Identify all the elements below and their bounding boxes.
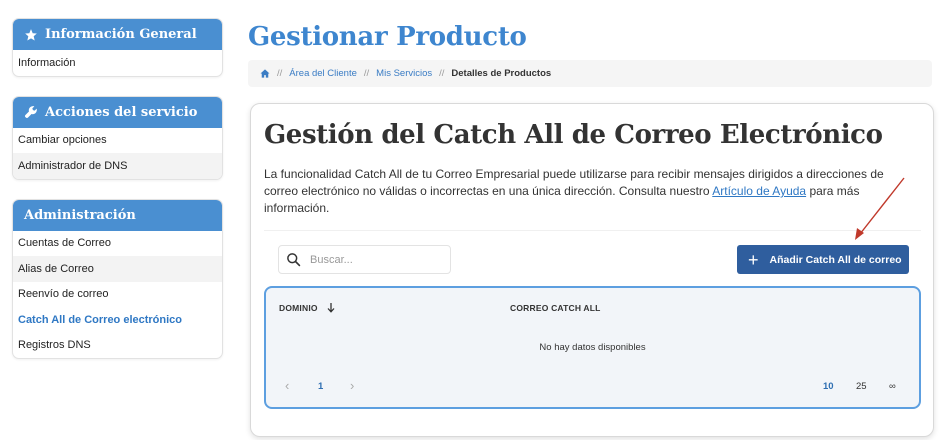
breadcrumb-detalles: Detalles de Productos [451, 68, 552, 79]
sort-arrow-down-icon[interactable] [327, 303, 335, 313]
sidebar-item-cuentas-correo[interactable]: Cuentas de Correo [13, 231, 222, 257]
breadcrumb-mis-servicios[interactable]: Mis Servicios [376, 68, 432, 79]
empty-message: No hay datos disponibles [539, 342, 646, 353]
column-header-correo-catch-all[interactable]: CORREO CATCH ALL [510, 303, 601, 313]
search-input[interactable] [310, 253, 440, 266]
sidebar-item-dns-manager[interactable]: Administrador de DNS [13, 153, 222, 179]
card-description: La funcionalidad Catch All de tu Correo … [264, 166, 904, 217]
catch-all-table: DOMINIO CORREO CATCH ALL No hay datos di… [264, 286, 921, 409]
panel-general-header[interactable]: Información General [13, 19, 222, 50]
sidebar: Información General Información Acciones… [12, 18, 223, 378]
page-title: Gestionar Producto [248, 22, 527, 52]
panel-admin: Administración Cuentas de Correo Alias d… [12, 198, 223, 359]
wrench-icon [24, 106, 37, 119]
panel-service: Acciones del servicio Cambiar opciones A… [12, 95, 223, 180]
search-box[interactable] [278, 245, 451, 274]
column-header-dominio[interactable]: DOMINIO [279, 303, 335, 313]
search-icon [287, 253, 301, 267]
prev-page-chevron-icon[interactable]: ‹ [285, 378, 289, 393]
panel-admin-header[interactable]: Administración [13, 199, 222, 231]
column-label-dominio: DOMINIO [279, 303, 318, 313]
pagination: ‹ 1 › 10 25 ∞ [266, 378, 919, 395]
catch-all-card: Gestión del Catch All de Correo Electrón… [250, 103, 934, 437]
panel-service-title: Acciones del servicio [45, 104, 198, 120]
page-size-option[interactable]: 10 [823, 381, 834, 392]
sidebar-item-informacion[interactable]: Información [13, 50, 222, 76]
page-size-option[interactable]: 25 [856, 381, 867, 392]
panel-general-title: Información General [45, 27, 197, 42]
sidebar-item-registros-dns[interactable]: Registros DNS [13, 333, 222, 359]
star-icon [25, 28, 37, 41]
breadcrumb-area-cliente[interactable]: Área del Cliente [289, 68, 357, 79]
next-page-chevron-icon[interactable]: › [350, 378, 354, 393]
panel-service-header[interactable]: Acciones del servicio [13, 96, 222, 128]
breadcrumb-separator: // [439, 68, 445, 79]
sidebar-item-alias-correo[interactable]: Alias de Correo [13, 256, 222, 282]
sidebar-item-cambiar-opciones[interactable]: Cambiar opciones [13, 128, 222, 154]
card-title: Gestión del Catch All de Correo Electrón… [264, 120, 883, 150]
add-catch-all-button[interactable]: + Añadir Catch All de correo [737, 245, 909, 274]
panel-admin-title: Administración [24, 207, 136, 223]
panel-general: Información General Información [12, 18, 223, 77]
home-icon[interactable] [260, 69, 270, 78]
plus-icon: + [748, 249, 759, 270]
breadcrumb-separator: // [277, 68, 283, 79]
breadcrumb: // Área del Cliente // Mis Servicios // … [248, 60, 932, 87]
add-button-label: Añadir Catch All de correo [769, 253, 902, 266]
breadcrumb-separator: // [363, 68, 370, 79]
sidebar-item-catch-all[interactable]: Catch All de Correo electrónico [13, 307, 222, 333]
help-article-link[interactable]: Artículo de Ayuda [712, 184, 806, 198]
page-size-option[interactable]: ∞ [889, 381, 896, 392]
table-toolbar: + Añadir Catch All de correo [264, 230, 921, 288]
page-number[interactable]: 1 [318, 381, 323, 392]
sidebar-item-reenvio-correo[interactable]: Reenvío de correo [13, 282, 222, 308]
